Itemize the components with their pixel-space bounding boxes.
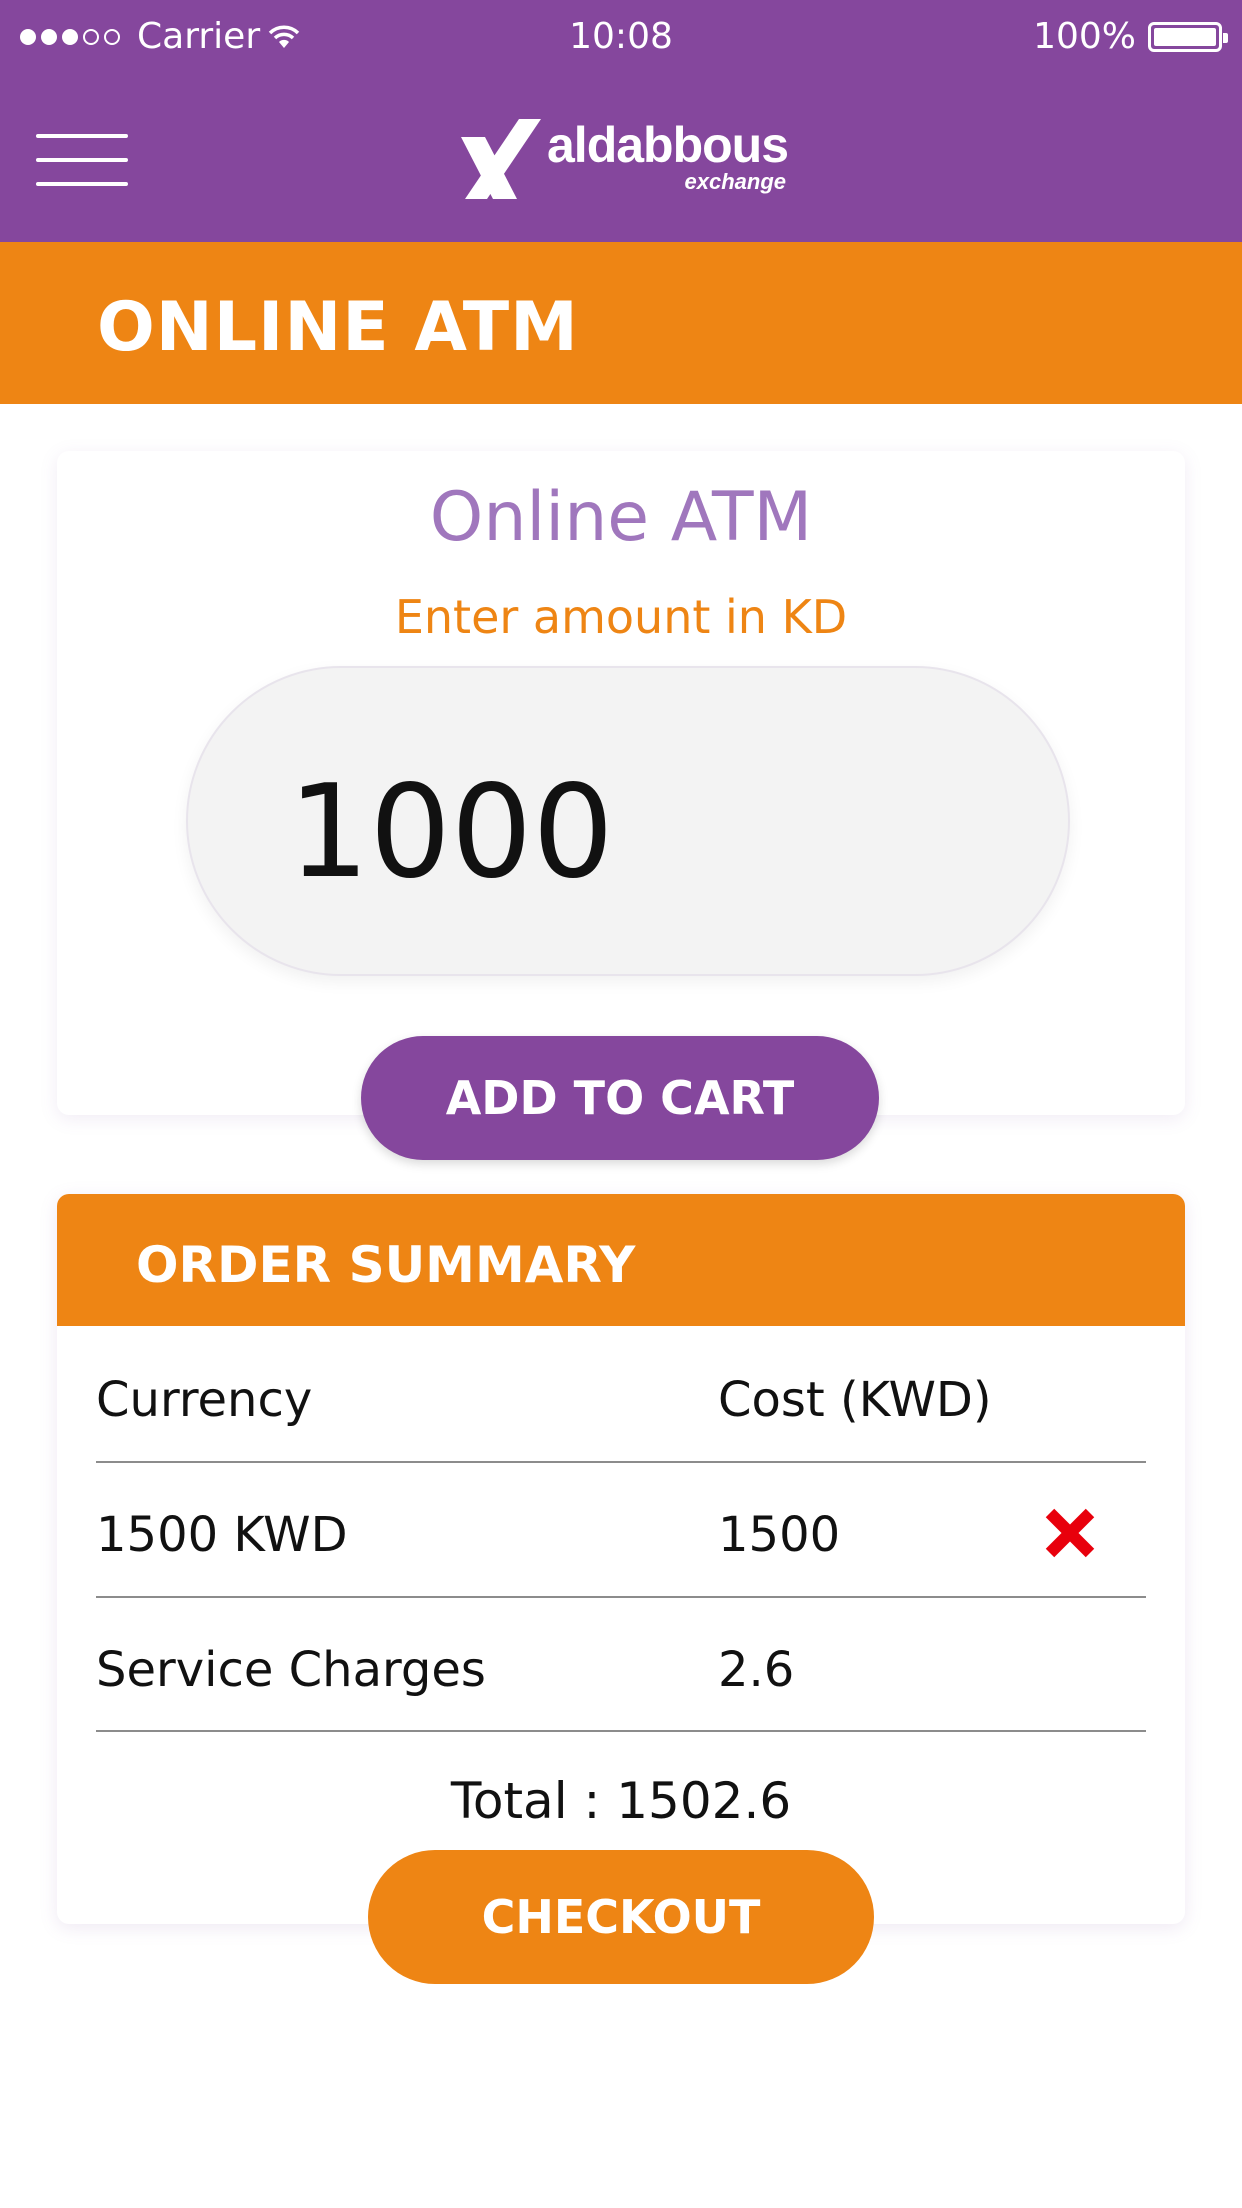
delete-item-icon[interactable] (1040, 1501, 1100, 1565)
logo-name: aldabbous (547, 117, 789, 173)
logo-wordmark: aldabbous exchange (547, 115, 789, 194)
hamburger-menu-button[interactable] (36, 130, 132, 190)
table-header-row: Currency Cost (KWD) (96, 1328, 1146, 1462)
add-to-cart-button[interactable]: ADD TO CART (361, 1036, 879, 1160)
row-cost: 1500 (718, 1507, 841, 1563)
top-app-bar: Carrier 10:08 100% aldabbous exchange (0, 0, 1242, 242)
amount-value: 1000 (288, 758, 614, 907)
order-total: Total : 1502.6 (450, 1772, 792, 1830)
logo-x-mark-icon (461, 119, 541, 199)
page-header: ONLINE ATM (0, 242, 1242, 404)
logo-subtitle: exchange (684, 169, 787, 194)
table-row: 1500 KWD 1500 (96, 1463, 1146, 1597)
brand-logo: aldabbous exchange (455, 115, 795, 215)
row-currency: Service Charges (96, 1642, 486, 1698)
hamburger-icon (36, 134, 128, 138)
row-cost: 2.6 (718, 1642, 795, 1698)
status-right: 100% (1033, 16, 1228, 57)
battery-percent: 100% (1033, 16, 1136, 57)
order-summary-heading: ORDER SUMMARY (136, 1236, 636, 1294)
column-header-currency: Currency (96, 1372, 313, 1428)
divider (96, 1730, 1146, 1732)
checkout-button[interactable]: CHECKOUT (368, 1850, 874, 1984)
atm-card-subtitle: Enter amount in KD (394, 590, 848, 644)
column-header-cost: Cost (KWD) (718, 1372, 992, 1428)
order-summary-header: ORDER SUMMARY (57, 1194, 1185, 1326)
page-title: ONLINE ATM (97, 288, 579, 367)
row-currency: 1500 KWD (96, 1507, 348, 1563)
table-row: Service Charges 2.6 (96, 1598, 1146, 1732)
status-bar: Carrier 10:08 100% (0, 0, 1242, 74)
amount-input[interactable]: 1000 (186, 666, 1070, 976)
atm-card-title: Online ATM (429, 478, 813, 557)
battery-icon (1148, 21, 1228, 52)
